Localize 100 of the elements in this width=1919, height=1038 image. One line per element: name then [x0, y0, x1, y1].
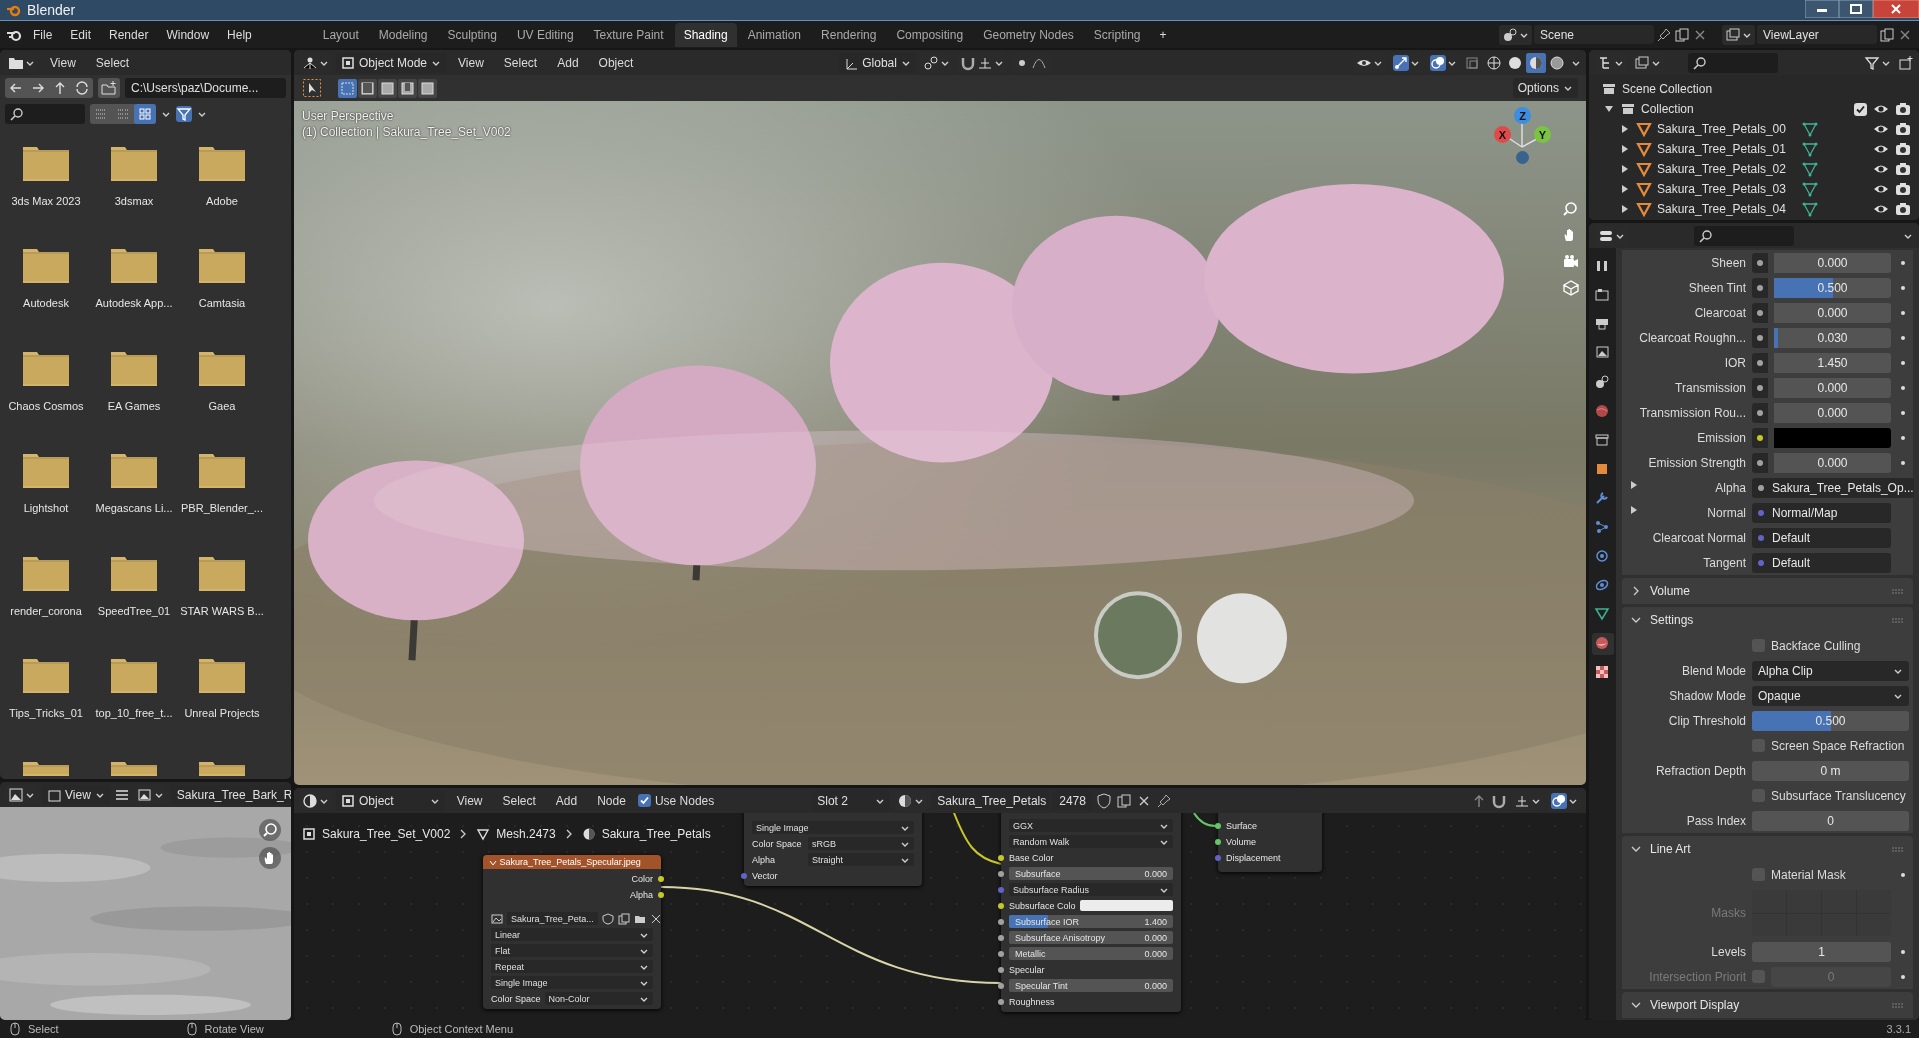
node-link[interactable] — [660, 886, 1002, 984]
keyframe-icon[interactable] — [1901, 285, 1905, 290]
menu-item[interactable]: View — [42, 52, 84, 73]
socket-icon[interactable] — [1758, 484, 1764, 491]
drag-handle-icon[interactable] — [1891, 586, 1905, 596]
copy-icon[interactable] — [1879, 26, 1895, 43]
workspace-tab[interactable]: Rendering — [812, 22, 886, 47]
image-texture-node[interactable]: Sakura_Tree_Petals_Specular.jpeg Color Alpha Sakura_Tree_Peta... Linear Flat Repeat Single Image Color Space Non-Color — [483, 855, 661, 1009]
overlay-icon[interactable] — [1551, 792, 1567, 809]
number-field[interactable]: 0 — [1752, 810, 1909, 831]
folder-name[interactable]: Gaea — [208, 399, 236, 412]
folder-name[interactable]: SpeedTree_01 — [97, 604, 171, 617]
view-layer-icon[interactable] — [1725, 26, 1741, 43]
socket-icon[interactable] — [1215, 838, 1221, 845]
image-editor-icon[interactable] — [8, 786, 24, 803]
add-workspace-button[interactable]: + — [1151, 24, 1175, 45]
mesh-object-icon[interactable] — [1636, 141, 1652, 157]
mesh-data-icon[interactable] — [1802, 141, 1818, 157]
workspace-tab[interactable]: Modeling — [369, 22, 437, 47]
shader-node[interactable]: Single Image Color Space sRGB Alpha Straight Vector — [744, 813, 922, 886]
folder-name[interactable]: Autodesk — [23, 297, 69, 310]
socket-icon[interactable] — [998, 982, 1004, 989]
node-link[interactable] — [953, 813, 1002, 865]
node-dropdown[interactable]: Flat — [491, 944, 653, 957]
expand-icon[interactable] — [1621, 165, 1629, 173]
node-dropdown[interactable]: Single Image — [752, 821, 914, 834]
folder-name[interactable]: 3ds Max 2023 — [11, 195, 81, 207]
node-slider[interactable]: Subsurface 0.000 — [1009, 867, 1173, 880]
folder-icon[interactable] — [109, 759, 159, 776]
folder-icon[interactable] — [197, 554, 247, 591]
selection-mode-icon[interactable] — [338, 78, 357, 98]
folder-icon[interactable] — [21, 554, 71, 591]
node-dropdown[interactable]: Non-Color — [544, 992, 653, 1005]
mesh-data-icon[interactable] — [1802, 121, 1818, 137]
workspace-tab[interactable]: Geometry Nodes — [974, 22, 1083, 47]
keyframe-icon[interactable] — [1901, 360, 1905, 365]
mesh-data-icon[interactable] — [1802, 201, 1818, 217]
socket-icon[interactable] — [998, 934, 1004, 941]
expand-icon[interactable] — [1621, 205, 1629, 213]
search-field[interactable] — [5, 104, 85, 124]
socket-icon[interactable] — [658, 875, 664, 882]
copy-icon[interactable] — [1674, 26, 1690, 43]
camera-icon[interactable] — [1895, 201, 1911, 217]
selection-mode-icon[interactable] — [398, 78, 417, 98]
grid-icon[interactable] — [1562, 279, 1580, 297]
socket-icon[interactable] — [998, 902, 1004, 909]
pin-icon[interactable] — [1656, 26, 1672, 43]
menu-item[interactable]: Add — [549, 52, 587, 73]
workspace-tab[interactable]: UV Editing — [507, 22, 583, 47]
search-field[interactable] — [1694, 225, 1794, 246]
shading-mode-icon[interactable] — [1526, 52, 1546, 73]
camera-icon[interactable] — [1895, 161, 1911, 177]
node-dropdown[interactable]: Subsurface Radius — [1009, 883, 1173, 896]
number-field[interactable]: 0 m — [1752, 760, 1909, 781]
shield-icon[interactable] — [601, 912, 614, 925]
keyframe-icon[interactable] — [1901, 872, 1905, 877]
dropdown[interactable]: Opaque — [1752, 685, 1909, 706]
value-slider[interactable]: 0.030 — [1774, 327, 1891, 348]
keyframe-icon[interactable] — [1901, 460, 1905, 465]
socket-icon[interactable] — [1757, 434, 1763, 441]
zoom-icon[interactable] — [262, 822, 278, 838]
menu-item[interactable]: File — [25, 24, 61, 45]
camera-icon[interactable] — [1895, 141, 1911, 157]
folder-name[interactable]: render_corona — [10, 604, 82, 617]
keyframe-icon[interactable] — [1901, 385, 1905, 390]
menu-item[interactable]: Select — [87, 52, 138, 73]
socket-icon[interactable] — [1215, 822, 1221, 829]
minimize-icon[interactable] — [1805, 0, 1839, 18]
node-dropdown[interactable]: Linear — [491, 928, 653, 941]
mesh-data-icon[interactable] — [1802, 181, 1818, 197]
folder-icon[interactable] — [109, 657, 159, 694]
menu-item[interactable]: Window — [158, 24, 218, 45]
expand-icon[interactable] — [1621, 145, 1629, 153]
color-swatch[interactable] — [1079, 900, 1173, 911]
section-title[interactable]: Volume — [1650, 584, 1691, 598]
image-icon[interactable] — [136, 786, 153, 803]
node-dropdown[interactable]: Random Walk — [1009, 835, 1173, 848]
scene-icon[interactable] — [1502, 26, 1518, 43]
outliner-item[interactable]: Collection — [1641, 102, 1694, 116]
overlay-icon[interactable] — [1430, 54, 1446, 71]
socket-icon[interactable] — [1757, 334, 1763, 341]
workspace-tab[interactable]: Shading — [674, 22, 737, 47]
workspace-tab[interactable]: Layout — [313, 22, 368, 47]
display-mode-icon[interactable] — [1634, 54, 1650, 71]
keyframe-icon[interactable] — [1901, 310, 1905, 315]
folder-name[interactable]: Lightshot — [23, 502, 69, 515]
keyframe-icon[interactable] — [1901, 260, 1905, 265]
collapse-icon[interactable] — [1605, 105, 1613, 113]
shield-icon[interactable] — [1095, 792, 1112, 809]
select-tool-icon[interactable] — [302, 78, 322, 98]
collection-icon[interactable] — [1620, 101, 1636, 117]
folder-icon[interactable] — [21, 247, 71, 284]
drag-handle-icon[interactable] — [1891, 1000, 1905, 1010]
drag-handle-icon[interactable] — [1891, 615, 1905, 625]
color-swatch[interactable] — [1774, 427, 1891, 448]
filter-icon[interactable] — [1864, 54, 1880, 71]
drag-handle-icon[interactable] — [1891, 844, 1905, 854]
menu-item[interactable]: Render — [101, 24, 157, 45]
workspace-tab[interactable]: Sculpting — [438, 22, 506, 47]
workspace-tab[interactable]: Scripting — [1084, 22, 1150, 47]
